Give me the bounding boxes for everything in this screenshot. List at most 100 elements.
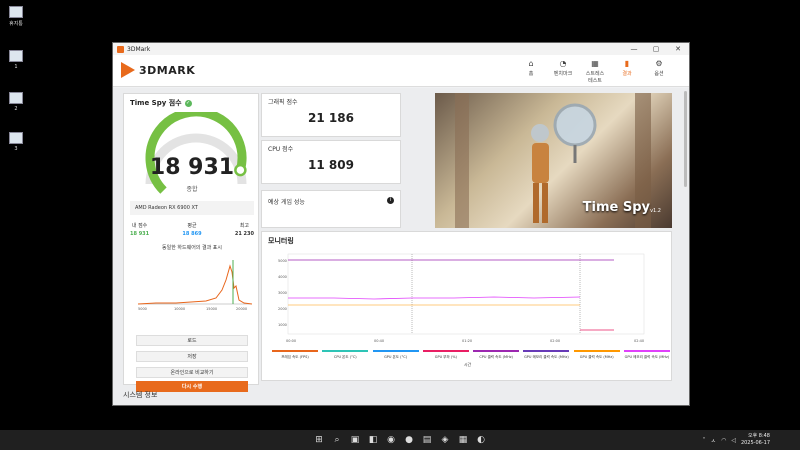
load-button[interactable]: 로드: [136, 335, 248, 346]
file-explorer-icon[interactable]: ◧: [367, 434, 379, 446]
close-button[interactable]: ✕: [667, 45, 689, 53]
nav-options[interactable]: ⚙ 옵션: [647, 59, 671, 84]
start-icon[interactable]: ⊞: [313, 434, 325, 446]
legend-item[interactable]: 프레임 속도 (FPS): [272, 350, 318, 360]
stat-best: 최고 21 230: [235, 222, 254, 237]
hero-title: Time Spy: [582, 200, 650, 215]
dist-tick: 10000: [174, 307, 185, 311]
home-icon: ⌂: [528, 59, 534, 68]
dist-tick: 5000: [138, 307, 147, 311]
nav-label: 벤치마크: [553, 71, 573, 77]
window-title: 3DMark: [127, 45, 151, 53]
stat-label: 평균: [187, 223, 197, 229]
logo: 3DMARK: [121, 62, 195, 78]
desktop-icon-label: 3: [14, 146, 18, 152]
monitoring-legend: 프레임 속도 (FPS) CPU 온도 (°C) GPU 온도 (°C) GPU…: [272, 350, 670, 360]
desktop-icon-1[interactable]: 1: [4, 50, 28, 70]
task-view-icon[interactable]: ▣: [349, 434, 361, 446]
total-score: 18 931: [149, 155, 235, 180]
desktop-icon-label: 2: [14, 106, 18, 112]
system-tray: ˄ ㅅ ◠ ◁ 오후 8:48 2025-06-17: [703, 433, 770, 447]
clock-time: 오후 8:48: [747, 433, 770, 439]
taskbar: ⊞ ⌕ ▣ ◧ ◉ ● ▤ ◈ ▦ ◐ ˄ ㅅ ◠ ◁ 오후 8:48 2025…: [0, 430, 800, 450]
title-bar: 3DMark — ▢ ✕: [113, 43, 689, 55]
app-header: 3DMARK ⌂ 홈 ◔ 벤치마크 ▦ 스트레스 테스트 ▮ 결과 ⚙ 옵션: [113, 55, 689, 87]
monitoring-title: 모니터링: [268, 237, 294, 245]
hero-version: v1.2: [650, 208, 661, 214]
legend-label: CPU 클럭 속도 (MHz): [479, 355, 513, 359]
legend-item[interactable]: GPU 온도 (°C): [372, 350, 419, 360]
app-window: 3DMark — ▢ ✕ 3DMARK ⌂ 홈 ◔ 벤치마크 ▦ 스트레스 테스…: [112, 42, 690, 406]
gpu-name: AMD Radeon RX 6900 XT: [130, 201, 254, 215]
x-tick: 01:20: [462, 339, 472, 343]
legend-item[interactable]: GPU 메모리 클럭 속도 (MHz): [623, 350, 670, 360]
cpu-score-card: CPU 점수 11 809: [261, 140, 401, 184]
legend-label: 프레임 속도 (FPS): [281, 355, 309, 359]
nav-label: 스트레스 테스트: [585, 71, 605, 84]
stress-icon: ▦: [591, 59, 599, 68]
monitoring-card: 모니터링 5000 4000 3000 2000 1000 00:00 00:4…: [261, 231, 672, 381]
clock[interactable]: 오후 8:48 2025-06-17: [741, 433, 770, 447]
legend-item[interactable]: GPU 부하 (%): [422, 350, 469, 360]
nav-label: 결과: [622, 71, 632, 77]
y-tick: 3000: [278, 291, 287, 295]
chrome-icon[interactable]: ◉: [385, 434, 397, 446]
legend-label: GPU 메모리 클럭 속도 (MHz): [624, 355, 670, 359]
minimize-button[interactable]: —: [623, 45, 645, 53]
gear-icon: ⚙: [655, 59, 663, 68]
stat-value: 18 931: [130, 231, 150, 237]
wifi-icon[interactable]: ◠: [721, 437, 726, 444]
volume-icon[interactable]: ◁: [731, 437, 736, 444]
maximize-button[interactable]: ▢: [645, 45, 667, 53]
game-perf-header: 예상 게임 성능 i: [262, 191, 400, 209]
app-icon-2[interactable]: ▤: [421, 434, 433, 446]
scrollbar[interactable]: [684, 91, 687, 187]
graphics-score-card: 그래픽 점수 21 186: [261, 93, 401, 137]
app-icon-1[interactable]: ●: [403, 434, 415, 446]
results-content: Time Spy 점수 ✓ 18 931 종합 AMD Radeon RX 69…: [113, 88, 689, 405]
desktop-icon-2[interactable]: 2: [4, 92, 28, 112]
nav-benchmarks[interactable]: ◔ 벤치마크: [551, 59, 575, 84]
robot-head: [531, 124, 549, 142]
chart-area: [287, 253, 645, 335]
3dmark-taskbar-icon[interactable]: ▦: [457, 434, 469, 446]
search-icon[interactable]: ⌕: [331, 434, 343, 446]
dist-tick: 15000: [206, 307, 217, 311]
desktop-icon-label: 휴지통: [9, 21, 23, 27]
desktop-icon-3[interactable]: 3: [4, 132, 28, 152]
nav-label: 홈: [528, 71, 534, 77]
info-icon[interactable]: i: [387, 197, 394, 204]
laptop-icon: [9, 92, 23, 104]
score-title-text: Time Spy 점수: [130, 99, 182, 107]
nav-results[interactable]: ▮ 결과: [615, 59, 639, 84]
nav-stress-tests[interactable]: ▦ 스트레스 테스트: [583, 59, 607, 84]
legend-item[interactable]: CPU 온도 (°C): [322, 350, 369, 360]
desktop-icon-recycle-bin[interactable]: 휴지통: [4, 6, 28, 27]
steam-icon[interactable]: ◈: [439, 434, 451, 446]
stat-label: 최고: [239, 223, 250, 229]
nav-label: 옵션: [654, 71, 664, 77]
cpu-score-title: CPU 점수: [268, 146, 294, 153]
bar-chart-icon: ▮: [624, 59, 630, 68]
score-card-title: Time Spy 점수 ✓: [124, 94, 258, 112]
game-performance-card: 예상 게임 성능 i: [261, 190, 401, 228]
score-distribution-chart: 5000 10000 15000 20000: [137, 260, 253, 311]
chevron-up-icon[interactable]: ˄: [703, 437, 706, 444]
legend-item[interactable]: GPU 클럭 속도 (MHz): [573, 350, 620, 360]
distribution-label: 동일한 하드웨어의 결과 표시: [162, 245, 222, 251]
y-tick: 2000: [278, 307, 287, 311]
compare-online-button[interactable]: 온라인으로 비교하기: [136, 367, 248, 378]
desktop-icon-label: 1: [14, 64, 18, 70]
stat-label: 내 점수: [131, 223, 148, 229]
nav-home[interactable]: ⌂ 홈: [519, 59, 543, 84]
score-label: 종합: [186, 186, 198, 193]
y-tick: 5000: [278, 259, 287, 263]
ime-indicator[interactable]: ㅅ: [711, 436, 717, 445]
legend-label: GPU 클럭 속도 (MHz): [579, 355, 614, 359]
app-icon-3[interactable]: ◐: [475, 434, 487, 446]
legend-item[interactable]: CPU 클럭 속도 (MHz): [473, 350, 520, 360]
stat-average: 평균 18 869: [182, 222, 201, 237]
legend-item[interactable]: GPU 메모리 클럭 속도 (MHz): [523, 350, 570, 360]
stat-my-score: 내 점수 18 931: [130, 222, 149, 237]
save-button[interactable]: 저장: [136, 351, 248, 362]
